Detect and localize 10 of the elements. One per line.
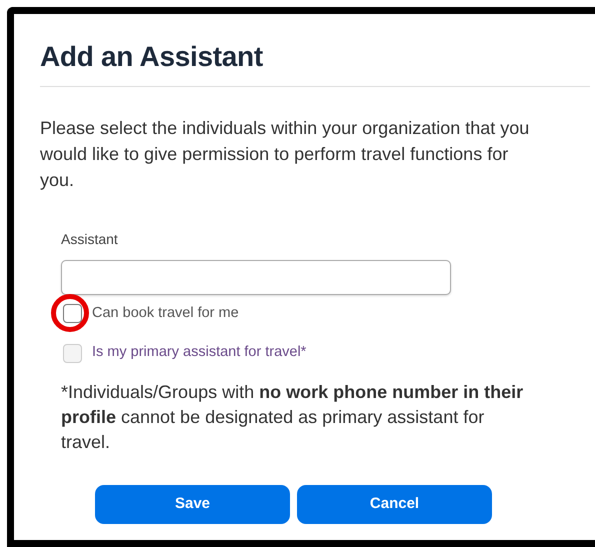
intro-text: Please select the individuals within your organization that you would like to give permission to perform travel functions for you. <box>40 116 530 192</box>
note-text: *Individuals/Groups with no work phone number in their profile cannot be designated as primary assistant for travel. <box>61 381 524 454</box>
checkbox-label: Is my primary assistant for travel* <box>92 343 306 362</box>
dialog-title: Add an Assistant <box>40 40 264 74</box>
dialog-button[interactable]: Save <box>95 485 290 524</box>
assistant-field[interactable] <box>61 260 451 295</box>
dialog-button[interactable]: Cancel <box>297 485 492 524</box>
field-label: Assistant <box>61 230 119 249</box>
checkbox-label: Can book travel for me <box>92 304 239 323</box>
checkbox[interactable] <box>63 304 82 323</box>
